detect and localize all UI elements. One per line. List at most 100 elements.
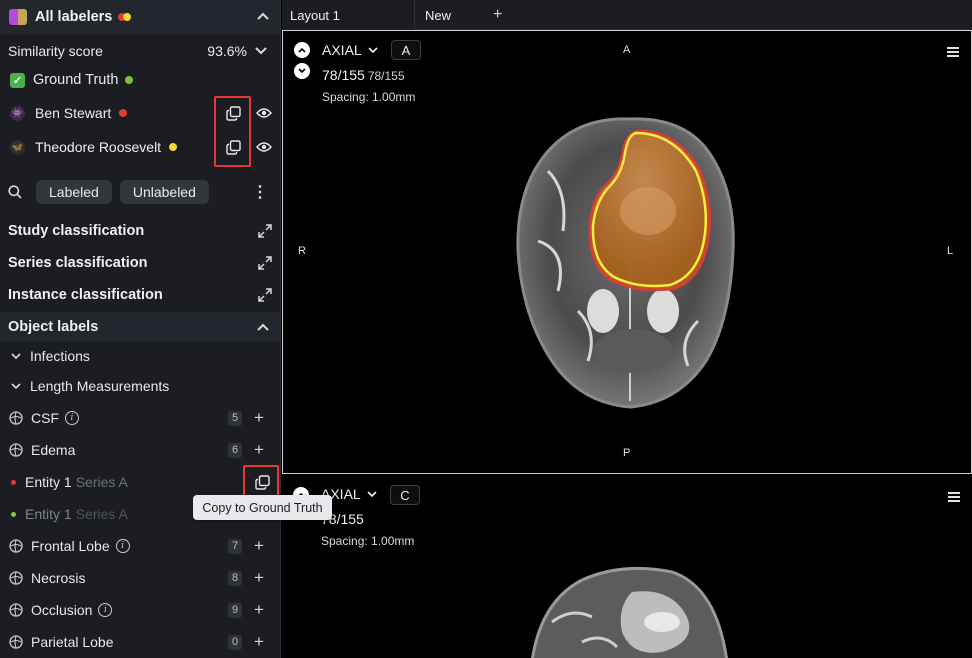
eye-icon — [256, 108, 272, 118]
label-item-edema[interactable]: Edema 6 + — [0, 435, 280, 465]
mri-axial-slice — [516, 117, 735, 409]
info-icon[interactable]: i — [65, 411, 79, 425]
labeler-color-dot — [119, 109, 128, 117]
layout-tabbar: Layout 1 New + — [282, 0, 972, 30]
label-name: Parietal Lobe — [31, 634, 114, 650]
spacing-readout: Spacing: 1.00mm — [321, 534, 415, 548]
brain-icon — [9, 539, 23, 553]
expand-icon[interactable] — [258, 256, 272, 270]
series-classification-row[interactable]: Series classification — [0, 248, 280, 278]
object-labels-header[interactable]: Object labels — [0, 312, 280, 342]
add-icon[interactable]: + — [254, 440, 264, 460]
label-count: 7 — [228, 538, 242, 554]
entity-dot — [11, 511, 16, 517]
orientation-bottom: P — [623, 447, 631, 459]
chevron-up-icon[interactable] — [257, 12, 269, 20]
add-icon[interactable]: + — [254, 600, 264, 620]
mri-axial-slice — [531, 566, 728, 658]
visibility-toggle[interactable] — [255, 138, 273, 156]
slice-index: 78/155 78/155 — [322, 67, 405, 83]
ground-truth-checkbox[interactable]: ✓ — [10, 72, 25, 88]
visibility-toggle[interactable] — [255, 104, 273, 122]
ground-truth-row[interactable]: ✓ Ground Truth — [0, 68, 280, 92]
add-icon[interactable]: + — [254, 632, 264, 652]
brain-icon — [9, 603, 23, 617]
tab-layout-1[interactable]: Layout 1 — [282, 0, 415, 30]
orientation-left: R — [298, 245, 306, 257]
similarity-score-row[interactable]: Similarity score 93.6% — [0, 38, 280, 64]
ground-truth-label: Ground Truth — [33, 72, 119, 88]
unlabeled-filter-button[interactable]: Unlabeled — [119, 180, 209, 204]
add-icon[interactable]: + — [254, 408, 264, 428]
label-item-necrosis[interactable]: Necrosis 8 + — [0, 563, 280, 593]
copy-buttons-highlight — [214, 96, 251, 167]
add-icon[interactable]: + — [254, 568, 264, 588]
entity-label: Entity 1 — [25, 474, 72, 490]
slice-up-icon[interactable] — [294, 42, 310, 58]
label-count: 0 — [228, 634, 242, 650]
copy-tooltip: Copy to Ground Truth — [193, 495, 332, 520]
plane-selector[interactable]: AXIAL — [322, 42, 378, 58]
viewport-menu-icon[interactable] — [948, 492, 960, 504]
label-count: 6 — [228, 442, 242, 458]
sidebar: All labelers Similarity score 93.6% ✓ Gr… — [0, 0, 281, 658]
labeler-name: Ben Stewart — [35, 105, 112, 121]
label-group-length-measurements[interactable]: Length Measurements — [0, 372, 280, 400]
labeler-name: Theodore Roosevelt — [35, 139, 162, 155]
chevron-down-icon — [367, 490, 377, 497]
expand-icon[interactable] — [258, 224, 272, 238]
chevron-down-icon — [368, 46, 378, 53]
viewport-axial-c[interactable]: AXIAL C 78/155 Spacing: 1.00mm — [282, 476, 972, 658]
label-count: 8 — [228, 570, 242, 586]
labelers-title: All labelers — [35, 9, 113, 25]
viewport-axial-a[interactable]: AXIAL A 78/155 78/155 Spacing: 1.00mm A P… — [282, 30, 972, 474]
entity-row[interactable]: Entity 1 Series A — [0, 467, 280, 497]
section-label: Instance classification — [8, 287, 163, 303]
section-label: Object labels — [8, 319, 99, 335]
brain-icon — [9, 571, 23, 585]
label-item-parietal-lobe[interactable]: Parietal Lobe 0 + — [0, 627, 280, 657]
chevron-down-icon[interactable] — [255, 47, 267, 55]
chevron-up-icon[interactable] — [257, 323, 269, 331]
expand-icon[interactable] — [258, 288, 272, 302]
brain-icon — [9, 411, 23, 425]
spacing-readout: Spacing: 1.00mm — [322, 90, 416, 104]
viewport-badge[interactable]: C — [390, 485, 420, 505]
entity-label: Entity 1 — [25, 506, 72, 522]
label-item-csf[interactable]: CSF i 5 + — [0, 403, 280, 433]
orientation-right: L — [947, 245, 954, 257]
label-count: 9 — [228, 602, 242, 618]
label-name: Necrosis — [31, 570, 86, 586]
label-name: Frontal Lobe — [31, 538, 110, 554]
similarity-label: Similarity score — [8, 43, 103, 59]
brain-icon — [9, 635, 23, 649]
add-icon[interactable]: + — [254, 536, 264, 556]
label-count: 5 — [228, 410, 242, 426]
eye-icon — [256, 142, 272, 152]
labeler-color-dot — [169, 143, 178, 151]
viewport-menu-icon[interactable] — [947, 47, 959, 59]
chevron-down-icon — [11, 352, 21, 359]
label-group-infections[interactable]: Infections — [0, 342, 280, 370]
more-options-icon[interactable]: ⋮ — [252, 182, 268, 202]
label-item-occlusion[interactable]: Occlusion i 9 + — [0, 595, 280, 625]
labeled-filter-button[interactable]: Labeled — [36, 180, 112, 204]
info-icon[interactable]: i — [115, 539, 130, 553]
group-label: Length Measurements — [30, 378, 170, 394]
study-classification-row[interactable]: Study classification — [0, 216, 280, 246]
slice-down-icon[interactable] — [294, 63, 310, 79]
brain-icon — [9, 443, 23, 457]
instance-classification-row[interactable]: Instance classification — [0, 280, 280, 310]
section-label: Series classification — [8, 255, 148, 271]
info-icon[interactable]: i — [98, 603, 113, 617]
filter-row: Labeled Unlabeled ⋮ — [0, 178, 280, 206]
avatar: 🦋 — [10, 139, 25, 155]
viewport-badge[interactable]: A — [391, 40, 421, 60]
labelers-header[interactable]: All labelers — [0, 0, 280, 34]
search-icon[interactable] — [8, 185, 22, 199]
label-name: Occlusion — [31, 602, 93, 618]
label-item-frontal-lobe[interactable]: Frontal Lobe i 7 + — [0, 531, 280, 561]
add-tab-icon[interactable]: + — [493, 6, 502, 24]
chevron-down-icon — [11, 382, 21, 389]
orientation-top: A — [623, 44, 631, 56]
